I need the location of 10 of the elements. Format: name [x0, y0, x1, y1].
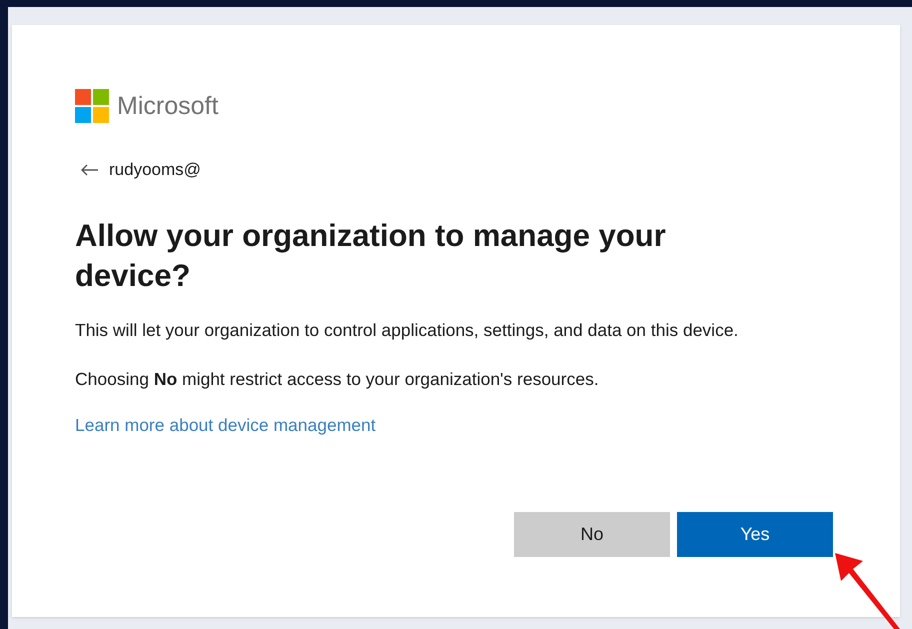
no-button[interactable]: No — [514, 512, 670, 557]
dialog-title: Allow your organization to manage your device? — [75, 216, 667, 294]
body-text: This will let your organization to control applications, settings, and data on this device. — [75, 318, 740, 342]
body-text: Choosing No might restrict access to your organization's resources. — [75, 368, 600, 391]
learn-more-link[interactable]: Learn more about device management — [75, 412, 376, 438]
yes-button[interactable]: Yes — [677, 512, 833, 557]
account-email: rudyooms@ — [109, 159, 201, 181]
brand-name: Microsoft — [117, 94, 218, 118]
logo-icon — [75, 89, 109, 123]
back-arrow-icon[interactable] — [81, 164, 99, 176]
